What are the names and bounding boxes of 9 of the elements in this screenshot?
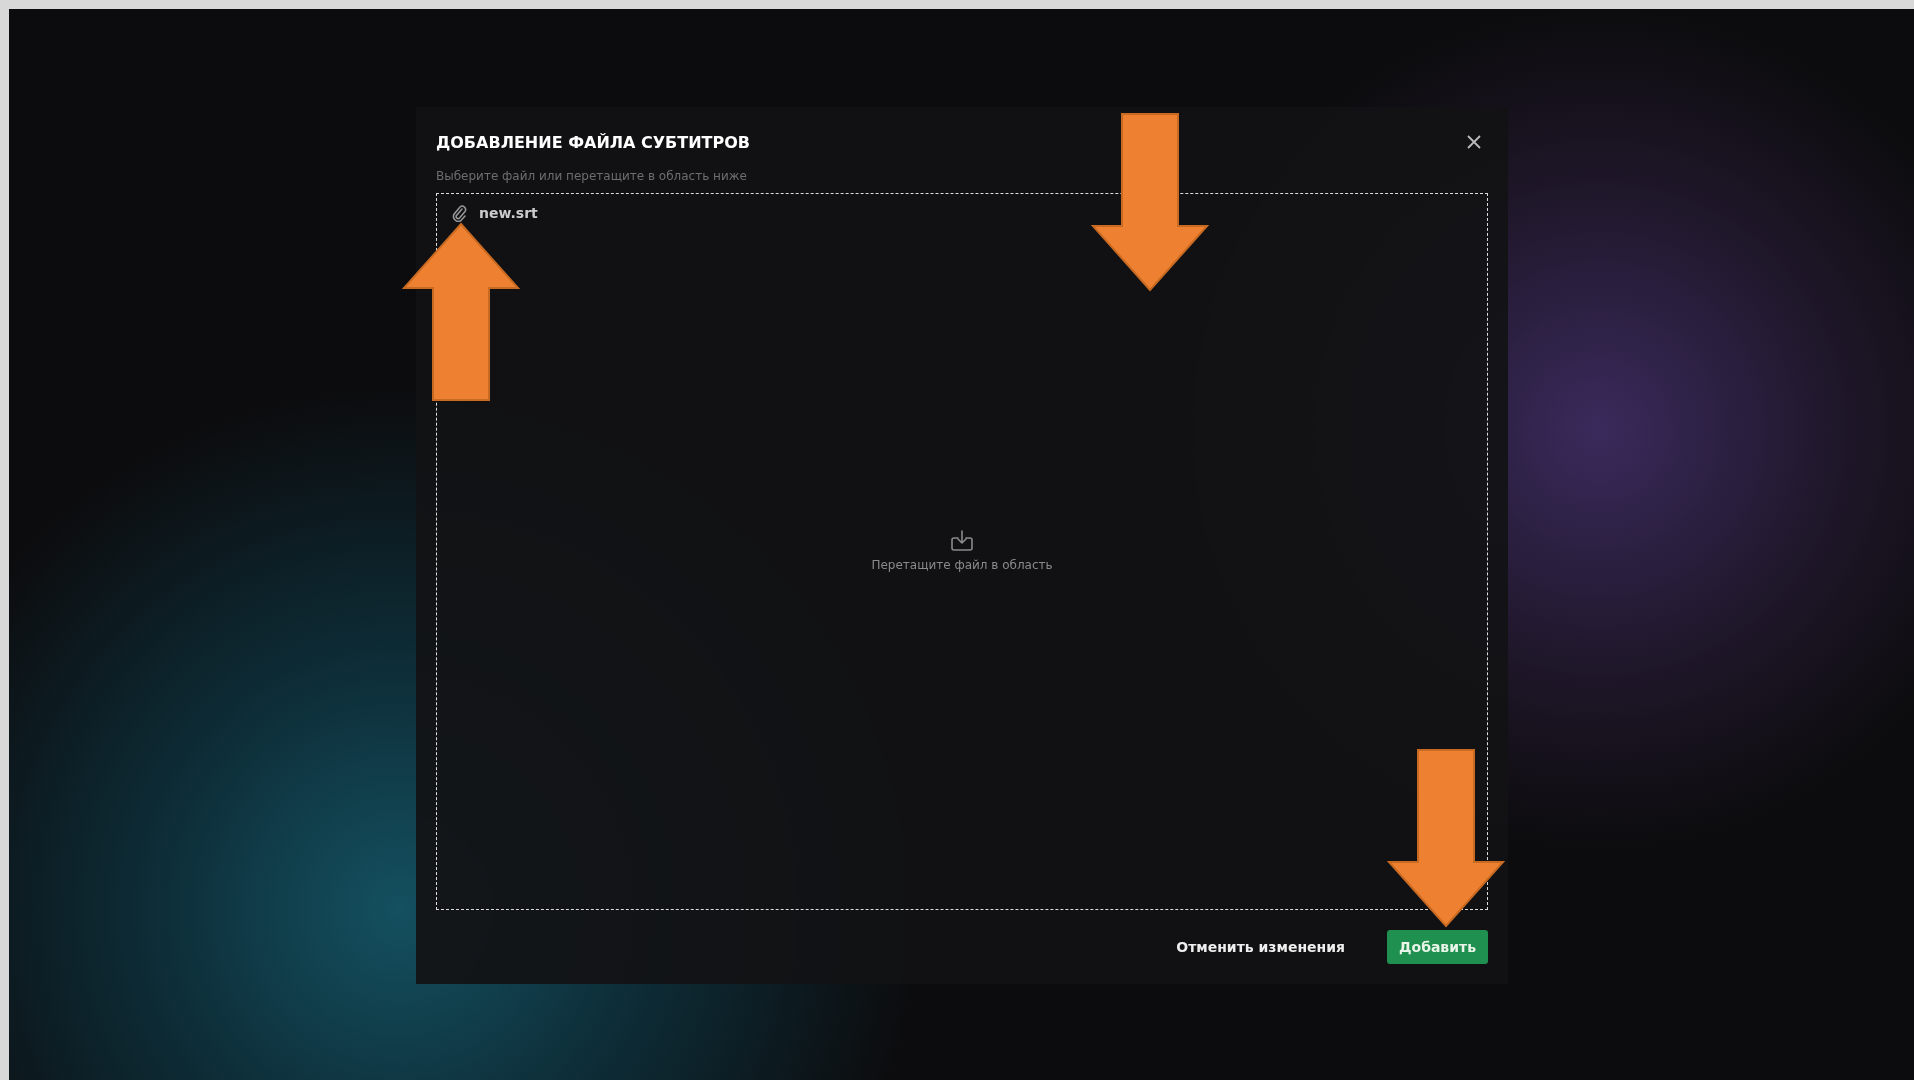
add-button[interactable]: Добавить [1387,930,1488,964]
paperclip-icon [451,204,467,222]
drop-text: Перетащите файл в область [871,557,1053,572]
close-icon[interactable] [1466,134,1482,150]
cancel-button[interactable]: Отменить изменения [1164,930,1358,964]
download-icon [950,529,974,552]
dialog-hint: Выберите файл или перетащите в область ниже [436,169,748,183]
file-name: new.srt [479,205,538,221]
dialog-title: ДОБАВЛЕНИЕ ФАЙЛА СУБТИТРОВ [436,132,751,152]
